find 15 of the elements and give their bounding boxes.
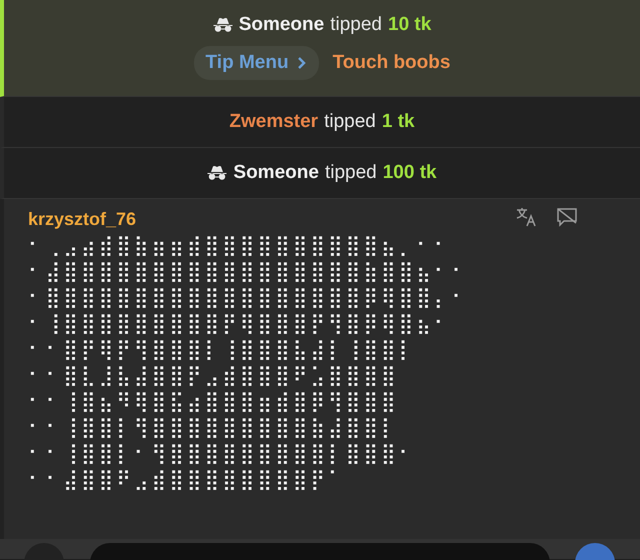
username: Someone bbox=[238, 14, 324, 36]
tip-amount: 100 tk bbox=[382, 162, 437, 184]
username: Someone bbox=[233, 162, 319, 184]
tip-verb: tipped bbox=[324, 111, 376, 133]
tip-verb: tipped bbox=[324, 162, 377, 184]
chevron-icon bbox=[296, 56, 307, 70]
chat-username[interactable]: krzysztof_76 bbox=[28, 209, 616, 230]
braille-art-text: ⠂⢀⣠⣴⣾⣿⣷⣶⣶⣾⣿⣿⣿⣿⣿⣿⣿⣿⣿⣿⣦⡀⠂⠂ ⠂⣼⣿⣿⣿⣿⣿⣿⣿⣿⣿⣿⣿⣿⣿⣿⣿⣿⣿⣷⣿⣿⣦⠂⠂ ⠂⣿⣿⣿⣿⣿⣿⣿⣿⣿⣿⣿⣿⣿⣿⣿⣿⣿⣿⡿⢿⣿⣿⡄⠂ ⠂⢸⣿⣿⣿⣿⣿⣿⣿⣿⣿⡟⢿⣿⣿⣿⡟⢻⣿⡿⢿⣿⣦⠂ ⠂⠂⣿⡟⢿⡟⢻⣿⣿⣿⡇⢸⣿⣿⣿⣧⣼⡇⢸⣿⣿⡇ ⠂⠂⣿⣇⣸⣧⣼⣿⣿⡟⣠⣾⣿⣿⣿⠟⣡⣿⣿⣿⣿ ⠂⠂⢸⣿⣦⠻⢿⣿⣯⣴⣿⣿⣿⣶⣾⣿⡿⢻⣿⣿⣿ ⠂⠂⢸⣿⣿⡇⢻⣿⣿⣿⣿⣿⣿⣿⣿⣿⣷⣼⣿⣿⡇ ⠂⠂⢸⣿⣿⡇⠂⢻⣿⣿⣿⣿⣿⣿⣿⣿⣿⡇⣿⣿⣿⠂ ⠂⠂⣼⣿⣿⠟⣠⣾⣿⣿⣿⣿⣿⣿⣿⣿⡟⠁ bbox=[28, 232, 470, 492]
translate-icon[interactable] bbox=[516, 207, 538, 227]
username: Zwemster bbox=[229, 111, 318, 133]
tip-amount: 10 tk bbox=[388, 14, 432, 36]
tip-amount: 1 tk bbox=[382, 111, 415, 133]
incognito-icon bbox=[212, 17, 233, 33]
tip-verb: tipped bbox=[330, 14, 382, 36]
incognito-icon bbox=[207, 165, 228, 181]
